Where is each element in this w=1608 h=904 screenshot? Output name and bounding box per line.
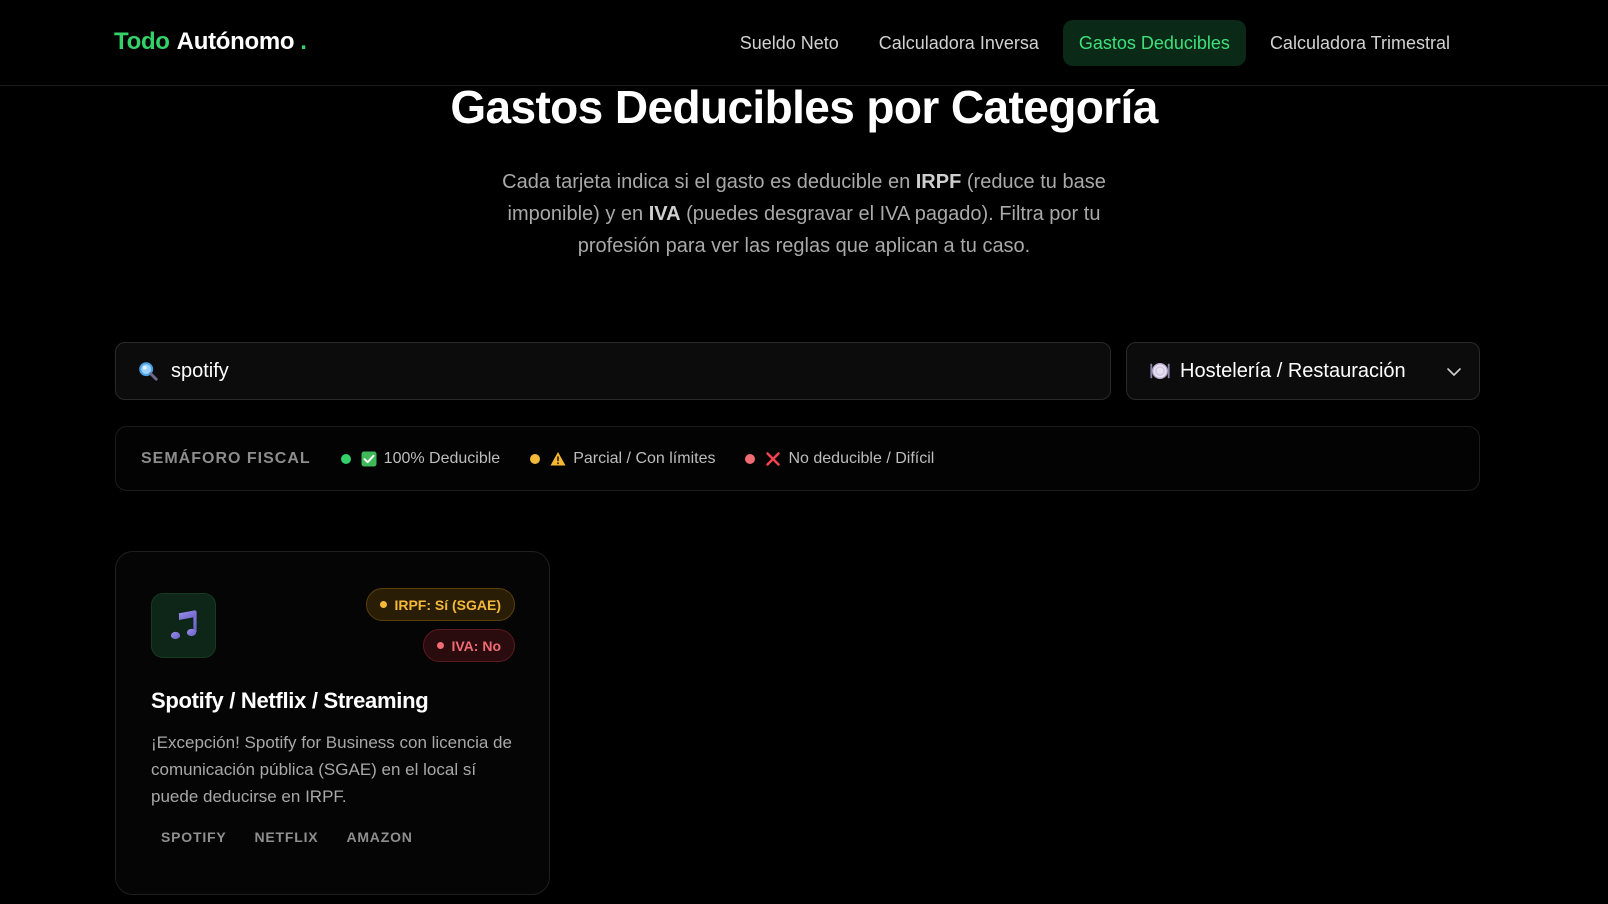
search-box[interactable] — [115, 342, 1111, 400]
tag-amazon[interactable]: AMAZON — [336, 824, 422, 850]
chevron-down-icon — [1447, 368, 1461, 376]
card-icon-container — [151, 593, 216, 658]
badge-dot-icon — [437, 642, 445, 649]
red-dot-icon — [745, 453, 756, 464]
logo-dot: . — [300, 28, 307, 55]
legend-title: SEMÁFORO FISCAL — [141, 449, 311, 467]
site-logo[interactable]: Todo Autónomo. — [114, 28, 307, 56]
fiscal-traffic-light-legend: SEMÁFORO FISCAL 100% Deducible Parcial /… — [115, 426, 1480, 491]
irpf-status-badge: IRPF: Sí (SGAE) — [366, 588, 515, 621]
card-description: ¡Excepción! Spotify for Business con lic… — [151, 733, 512, 806]
main-nav: Sueldo Neto Calculadora Inversa Gastos D… — [724, 20, 1466, 66]
irpf-badge-label: IRPF: Sí (SGAE) — [394, 596, 501, 613]
intro-text-1: Cada tarjeta indica si el gasto es deduc… — [502, 171, 916, 193]
nav-link-sueldo-neto[interactable]: Sueldo Neto — [724, 20, 855, 66]
warning-icon — [550, 451, 566, 465]
check-box-icon — [361, 451, 377, 466]
card-tags: SPOTIFY NETFLIX AMAZON — [151, 824, 423, 850]
music-note-icon — [170, 609, 197, 639]
nav-link-gastos-deducibles[interactable]: Gastos Deducibles — [1062, 20, 1246, 66]
magnifier-icon — [139, 362, 158, 381]
logo-part-todo: Todo — [114, 28, 170, 55]
legend-item-no-deducible: No deducible / Difícil — [745, 450, 934, 468]
tag-spotify[interactable]: SPOTIFY — [151, 824, 237, 850]
page-title: Gastos Deducibles por Categoría — [450, 81, 1158, 133]
legend-label-parcial: Parcial / Con límites — [573, 449, 716, 467]
search-input[interactable] — [169, 350, 1110, 392]
cross-icon — [766, 451, 781, 466]
intro-bold-irpf: IRPF — [915, 171, 962, 193]
profession-select-value: Hostelería / Restauración — [1180, 359, 1406, 382]
badge-dot-icon — [380, 601, 388, 608]
yellow-dot-icon — [530, 453, 541, 464]
legend-label-no-deducible: No deducible / Difícil — [788, 449, 935, 467]
green-dot-icon — [340, 453, 351, 464]
top-navigation-bar: Todo Autónomo. Sueldo Neto Calculadora In… — [0, 0, 1608, 86]
nav-link-calculadora-trimestral[interactable]: Calculadora Trimestral — [1254, 20, 1466, 66]
card-title: Spotify / Netflix / Streaming — [151, 688, 429, 713]
profession-select[interactable]: Hostelería / Restauración — [1126, 342, 1480, 400]
legend-item-parcial: Parcial / Con límites — [530, 450, 715, 468]
logo-part-autonomo: Autónomo — [176, 28, 295, 55]
iva-status-badge: IVA: No — [423, 629, 515, 662]
iva-badge-label: IVA: No — [451, 637, 501, 654]
plate-icon — [1150, 362, 1170, 380]
expense-card[interactable]: IRPF: Sí (SGAE) IVA: No Spotify / Netfli… — [115, 551, 550, 895]
nav-link-calculadora-inversa[interactable]: Calculadora Inversa — [863, 20, 1055, 66]
intro-bold-iva: IVA — [648, 203, 681, 225]
tag-netflix[interactable]: NETFLIX — [245, 824, 329, 850]
legend-item-deducible: 100% Deducible — [340, 449, 501, 468]
legend-label-deducible: 100% Deducible — [383, 449, 501, 467]
page-intro: Cada tarjeta indica si el gasto es deduc… — [464, 166, 1144, 262]
